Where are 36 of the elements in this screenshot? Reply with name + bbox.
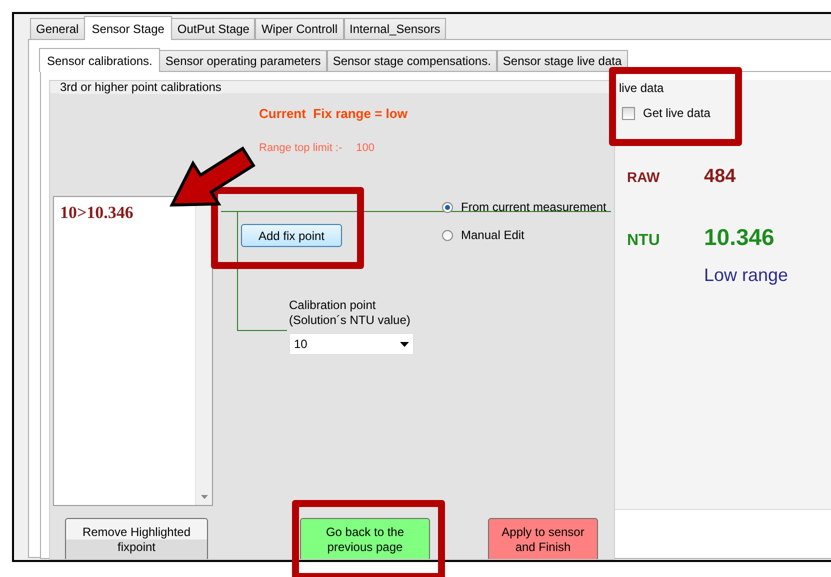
range-limit-value: 100 [356, 142, 375, 154]
radio-label: From current measurement [461, 200, 606, 214]
live-data-title: live data [619, 81, 665, 95]
apply-button[interactable]: Apply to sensor and Finish [488, 518, 598, 559]
radio-label: Manual Edit [461, 228, 524, 242]
add-fix-point-button[interactable]: Add fix point [241, 224, 342, 247]
fixpoint-list[interactable]: 10>10.346 [53, 196, 213, 506]
reading-label: RAW [627, 169, 661, 185]
reading-value: 10.346 [704, 224, 774, 251]
tab[interactable]: Sensor Stage [84, 16, 172, 40]
reading-label: NTU [627, 232, 661, 250]
dropdown-arrow-icon [400, 342, 409, 346]
tab[interactable]: Sensor calibrations. [39, 48, 160, 72]
tab[interactable]: General [30, 18, 85, 39]
tab[interactable]: Wiper Controll [255, 18, 344, 39]
tab[interactable]: Sensor stage live data [496, 50, 628, 71]
scroll-down-icon[interactable] [200, 495, 208, 499]
checkbox[interactable] [622, 106, 635, 120]
checkbox-label: Get live data [643, 106, 710, 120]
tab[interactable]: Sensor operating parameters [159, 50, 327, 71]
tab[interactable]: OutPut Stage [171, 18, 256, 39]
remove-button[interactable]: Remove Highlighted fixpoint [65, 518, 208, 559]
range-label: Low range [704, 265, 790, 286]
calibration-point-label: Calibration point (Solution´s NTU value) [289, 298, 410, 328]
group-title: 3rd or higher point calibrations [59, 81, 222, 94]
tab[interactable]: Sensor stage compensations. [326, 50, 497, 71]
range-limit-label: Range top limit :- [259, 142, 342, 154]
tab[interactable]: Internal_Sensors [344, 18, 446, 39]
dropdown-value: 10 [294, 337, 308, 351]
fix-range-label: Current Fix range = low [259, 106, 408, 122]
radio-button[interactable] [442, 230, 453, 240]
back-button[interactable]: Go back to the previous page [300, 518, 430, 559]
fixpoint-item[interactable]: 10>10.346 [60, 203, 195, 223]
radio-button[interactable] [442, 202, 453, 212]
reading-value: 484 [704, 166, 736, 188]
calibration-point-dropdown[interactable]: 10 [289, 333, 414, 355]
